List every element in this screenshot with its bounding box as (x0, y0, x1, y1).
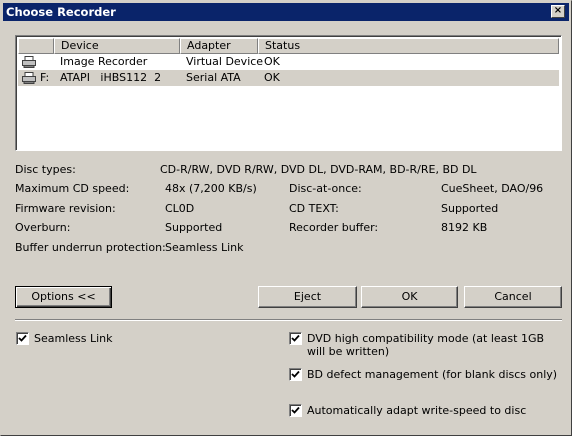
buffer-underrun-label: Buffer underrun protection: (15, 241, 166, 254)
window-title: Choose Recorder (6, 5, 116, 19)
device-status: OK (264, 55, 280, 68)
title-bar[interactable]: Choose Recorder × (3, 3, 569, 21)
adapter-name: Serial ATA (186, 71, 241, 84)
firmware-revision-value: CL0D (165, 202, 195, 215)
options-button[interactable]: Options << (15, 286, 112, 308)
device-name: Image Recorder (60, 55, 148, 68)
disc-at-once-label: Disc-at-once: (289, 182, 362, 195)
device-name: ATAPI iHBS112 2 (60, 71, 162, 84)
column-header-icon[interactable] (18, 38, 54, 54)
close-button[interactable]: × (551, 5, 565, 18)
list-item[interactable]: Image Recorder Virtual Device OK (18, 54, 559, 70)
disc-types-label: Disc types: (15, 163, 76, 176)
recorder-list[interactable]: Device Adapter Status Image Recorder Vir… (15, 35, 562, 151)
drive-letter: F: (40, 71, 50, 84)
seamless-link-checkbox[interactable] (16, 332, 29, 345)
cd-text-value: Supported (441, 202, 499, 215)
dvd-high-compat-label[interactable]: DVD high compatibility mode (at least 1G… (307, 332, 557, 358)
bd-defect-checkbox[interactable] (289, 368, 302, 381)
column-header-adapter[interactable]: Adapter (180, 38, 258, 54)
max-cd-speed-label: Maximum CD speed: (15, 182, 130, 195)
adapter-name: Virtual Device (186, 55, 264, 68)
checkmark-icon (18, 334, 27, 342)
ok-button[interactable]: OK (361, 286, 458, 308)
separator (15, 319, 562, 321)
overburn-value: Supported (165, 221, 223, 234)
checkmark-icon (291, 406, 300, 414)
cd-text-label: CD TEXT: (289, 202, 339, 215)
close-icon: × (553, 5, 563, 16)
recorder-buffer-value: 8192 KB (441, 221, 488, 234)
auto-write-speed-checkbox[interactable] (289, 404, 302, 417)
list-header: Device Adapter Status (18, 38, 559, 54)
device-status: OK (264, 71, 280, 84)
eject-button[interactable]: Eject (258, 286, 357, 308)
recorder-buffer-label: Recorder buffer: (289, 221, 379, 234)
disc-types-value: CD-R/RW, DVD R/RW, DVD DL, DVD-RAM, BD-R… (160, 163, 477, 176)
firmware-revision-label: Firmware revision: (15, 202, 116, 215)
buffer-underrun-value: Seamless Link (165, 241, 244, 254)
cancel-button[interactable]: Cancel (464, 286, 562, 308)
checkmark-icon (291, 370, 300, 378)
list-item-selected[interactable]: F: ATAPI iHBS112 2 Serial ATA OK (18, 70, 559, 86)
drive-recorder-icon (22, 72, 36, 84)
checkmark-icon (291, 334, 300, 342)
bd-defect-label[interactable]: BD defect management (for blank discs on… (307, 368, 562, 381)
disc-at-once-value: CueSheet, DAO/96 (441, 182, 544, 195)
printer-recorder-icon (22, 56, 36, 68)
column-header-status[interactable]: Status (258, 38, 559, 54)
auto-write-speed-label[interactable]: Automatically adapt write-speed to disc (307, 404, 562, 417)
overburn-label: Overburn: (15, 221, 71, 234)
dvd-high-compat-checkbox[interactable] (289, 332, 302, 345)
seamless-link-label[interactable]: Seamless Link (34, 332, 113, 345)
max-cd-speed-value: 48x (7,200 KB/s) (165, 182, 257, 195)
choose-recorder-dialog: Choose Recorder × Device Adapter Status … (0, 0, 572, 436)
column-header-device[interactable]: Device (54, 38, 180, 54)
